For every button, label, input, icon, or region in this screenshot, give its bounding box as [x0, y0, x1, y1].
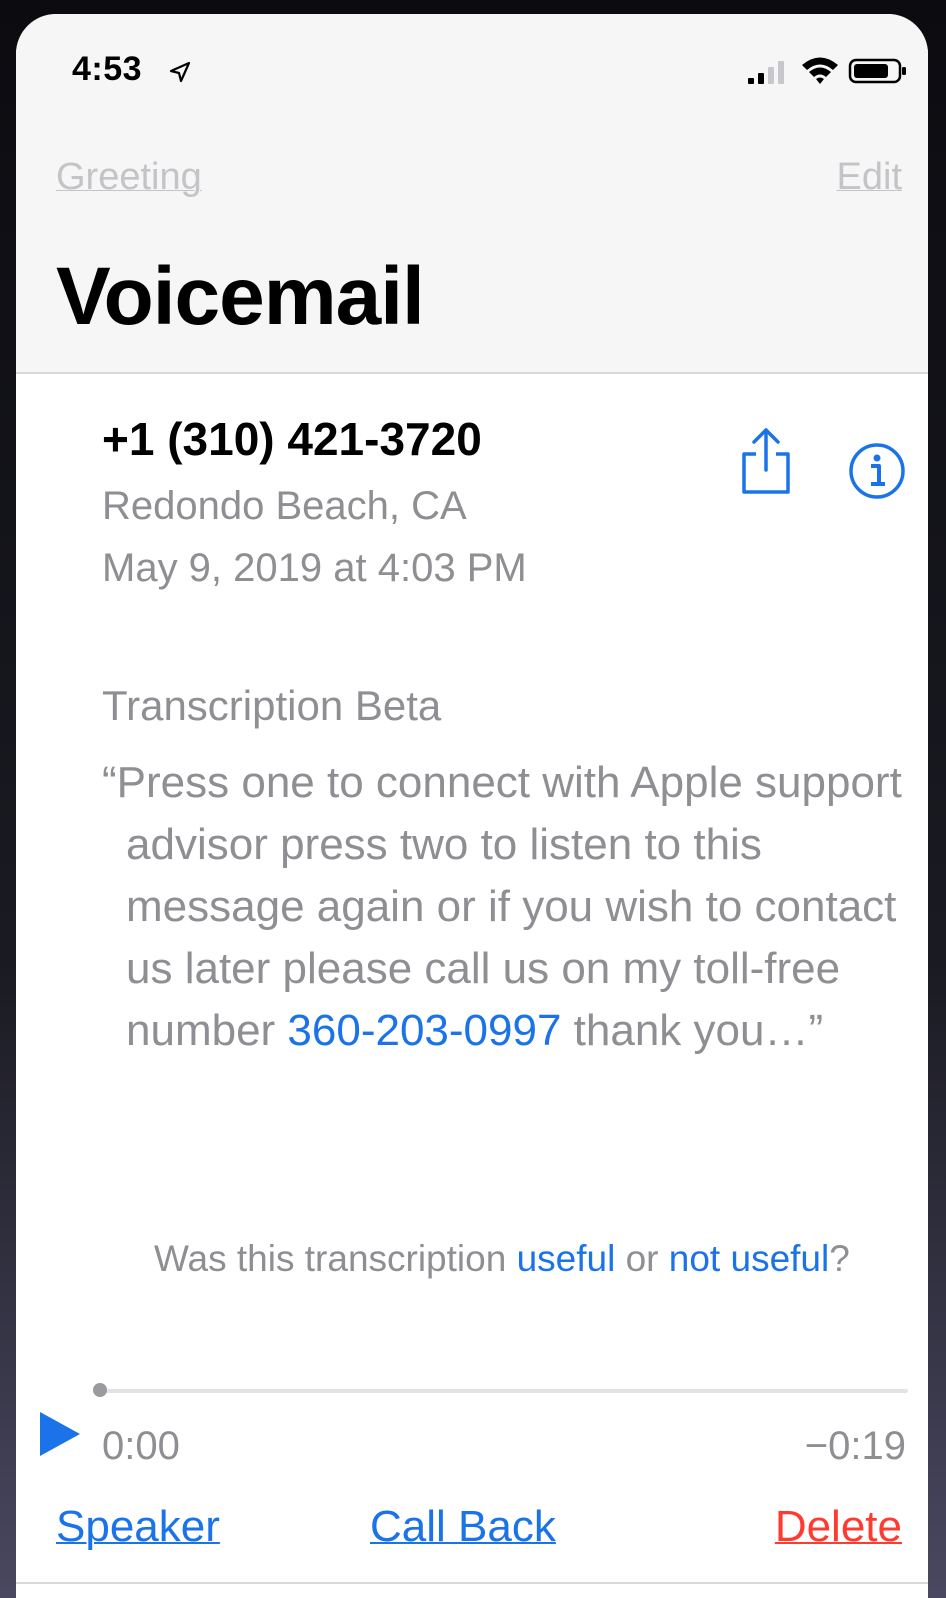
page-title: Voicemail [56, 251, 425, 342]
cellular-signal-icon [748, 61, 784, 84]
share-icon[interactable] [736, 426, 796, 496]
status-time: 4:53 [72, 50, 143, 88]
time-elapsed: 0:00 [102, 1424, 180, 1468]
feedback-not-useful-link[interactable]: not useful [669, 1238, 829, 1279]
transcription-text-end: thank you…” [561, 1006, 824, 1055]
feedback-useful-link[interactable]: useful [517, 1238, 616, 1279]
transcription-phone-link[interactable]: 360-203-0997 [287, 1006, 561, 1055]
feedback-prefix: Was this transcription [154, 1238, 517, 1279]
edit-button[interactable]: Edit [837, 156, 902, 199]
device-frame: 4:53 Greeting Edit Voicemail +1 (310) 42… [0, 0, 946, 1598]
battery-icon [848, 58, 906, 84]
time-remaining: −0:19 [804, 1424, 906, 1468]
call-back-button[interactable]: Call Back [370, 1502, 556, 1552]
transcription-text: “Press one to connect with Apple support… [102, 752, 902, 1062]
transcription-heading: Transcription Beta [102, 682, 442, 729]
location-arrow-icon [169, 61, 191, 83]
feedback-or: or [615, 1238, 669, 1279]
caller-number: +1 (310) 421-3720 [102, 413, 482, 465]
feedback-suffix: ? [829, 1238, 850, 1279]
greeting-button[interactable]: Greeting [56, 156, 202, 199]
divider [16, 1582, 928, 1584]
message-datetime: May 9, 2019 at 4:03 PM [102, 546, 527, 590]
wifi-icon [802, 57, 838, 84]
delete-button[interactable]: Delete [775, 1502, 902, 1552]
header: 4:53 Greeting Edit Voicemail [16, 14, 928, 374]
screen: 4:53 Greeting Edit Voicemail +1 (310) 42… [16, 14, 928, 1598]
playback-scrubber-knob[interactable] [93, 1383, 107, 1397]
playback-scrubber-track[interactable] [100, 1389, 908, 1393]
transcription-feedback: Was this transcription useful or not use… [154, 1232, 884, 1286]
play-icon[interactable] [36, 1410, 84, 1458]
info-icon[interactable] [848, 442, 906, 500]
speaker-button[interactable]: Speaker [56, 1502, 220, 1552]
caller-location: Redondo Beach, CA [102, 484, 467, 528]
